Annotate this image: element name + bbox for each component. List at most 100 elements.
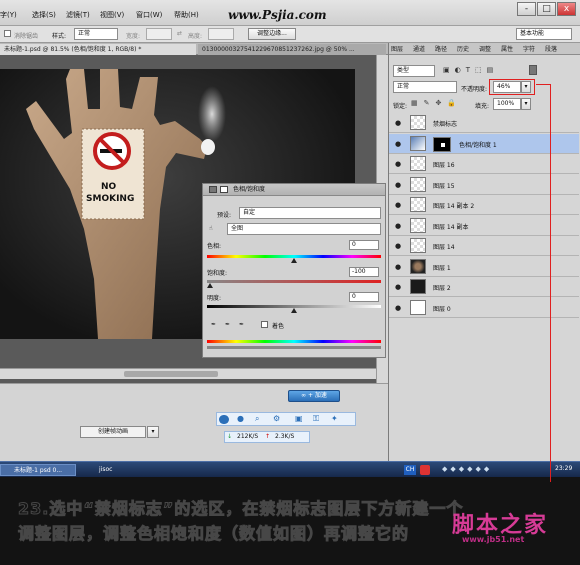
sign-text-no: NO bbox=[101, 182, 117, 192]
eye-icon[interactable]: ● bbox=[393, 263, 403, 271]
filter-icons[interactable]: ▣◐T⬚▤ bbox=[443, 66, 498, 74]
upload-arrow-icon: ↓ bbox=[227, 433, 233, 440]
swap-icon[interactable]: ⇄ bbox=[177, 30, 182, 37]
search-icon[interactable]: ⌕ bbox=[255, 414, 259, 424]
layer-mask-thumbnail[interactable] bbox=[433, 136, 451, 152]
tab-document-2[interactable]: 01300000327541229670851237262.jpg @ 50% … bbox=[198, 44, 386, 55]
tab-document-1[interactable]: 未标题-1.psd @ 81.5% (色相/饱和度 1, RGB/8) * bbox=[0, 44, 196, 55]
menu-help[interactable]: 帮助(H) bbox=[174, 10, 199, 20]
saturation-slider-thumb[interactable] bbox=[207, 283, 213, 288]
layer-thumbnail bbox=[410, 217, 426, 233]
eyedropper-minus-icon[interactable]: ✒ bbox=[239, 321, 244, 328]
layer-name: 禁烟标志 bbox=[433, 121, 458, 128]
play-icon[interactable] bbox=[219, 415, 229, 424]
options-bar: 消除锯齿 样式: 正常 宽度: ⇄ 高度: 调整边缘... 基本功能 bbox=[0, 26, 580, 43]
width-label: 宽度: bbox=[126, 33, 141, 40]
height-label: 高度: bbox=[188, 33, 203, 40]
tab-channels[interactable]: 通道 bbox=[413, 44, 425, 53]
mask-icon[interactable] bbox=[220, 186, 228, 193]
antialias-checkbox[interactable] bbox=[4, 30, 11, 37]
tray-app-icon[interactable] bbox=[420, 465, 430, 475]
maximize-button[interactable]: □ bbox=[537, 2, 556, 16]
taskbar-item-photoshop[interactable]: 未标题-1 psd 0... bbox=[0, 464, 76, 476]
workspace-select[interactable]: 基本功能 bbox=[516, 28, 572, 40]
tray-icons[interactable]: ◆◆◆◆◆◆ bbox=[442, 465, 492, 473]
settings-icon[interactable]: ✦ bbox=[331, 414, 338, 423]
eye-icon[interactable]: ● bbox=[393, 283, 403, 291]
hand-adjust-icon[interactable]: ☝ bbox=[209, 225, 213, 232]
style-select[interactable]: 正常 bbox=[74, 28, 118, 40]
filter-toggle-icon[interactable] bbox=[529, 65, 537, 75]
channel-select[interactable]: 全图 bbox=[227, 223, 381, 235]
key-icon[interactable]: ⚿ bbox=[313, 414, 319, 424]
input-method-indicator[interactable]: CH bbox=[404, 465, 416, 475]
blend-mode-select[interactable]: 正常 bbox=[393, 81, 457, 93]
eye-icon[interactable]: ● bbox=[393, 201, 403, 209]
tab-adjustments[interactable]: 调整 bbox=[479, 44, 491, 53]
accelerate-button[interactable]: ∞ + 加速 bbox=[288, 390, 340, 402]
tab-paths[interactable]: 路径 bbox=[435, 44, 447, 53]
close-button[interactable]: x bbox=[557, 2, 576, 16]
eye-icon[interactable]: ● bbox=[393, 119, 403, 127]
eyedropper-icon[interactable]: ✒ bbox=[211, 321, 216, 328]
eye-icon[interactable]: ● bbox=[393, 140, 403, 148]
tools-icon[interactable]: ⚙ bbox=[273, 414, 280, 423]
menu-select[interactable]: 选择(S) bbox=[32, 10, 56, 20]
animation-dropdown-button[interactable]: ▾ bbox=[147, 426, 159, 438]
mask-selection-mark bbox=[441, 142, 445, 147]
saturation-input[interactable]: -100 bbox=[349, 267, 379, 277]
height-field[interactable] bbox=[208, 28, 234, 40]
horizontal-scroll-thumb[interactable] bbox=[124, 371, 218, 377]
opacity-highlight-box bbox=[489, 79, 535, 95]
tab-paragraph[interactable]: 段落 bbox=[545, 44, 557, 53]
eye-icon[interactable]: ● bbox=[393, 304, 403, 312]
menu-type[interactable]: 字(Y) bbox=[0, 10, 17, 20]
no-smoking-sign bbox=[81, 128, 145, 220]
eye-icon[interactable]: ● bbox=[393, 160, 403, 168]
hue-input[interactable]: 0 bbox=[349, 240, 379, 250]
site-watermark: www.Psjia.com bbox=[228, 8, 327, 22]
eye-icon[interactable]: ● bbox=[393, 222, 403, 230]
panel-tabs: 图层 通道 路径 历史 调整 属性 字符 段落 bbox=[389, 43, 580, 55]
adjustments-title: 色相/饱和度 bbox=[233, 186, 266, 193]
layer-name: 图层 16 bbox=[433, 162, 455, 169]
opacity-label: 不透明度: bbox=[461, 86, 488, 93]
menu-view[interactable]: 视图(V) bbox=[100, 10, 124, 20]
preset-select[interactable]: 自定 bbox=[239, 207, 381, 219]
lightness-input[interactable]: 0 bbox=[349, 292, 379, 302]
colorize-checkbox[interactable] bbox=[261, 321, 268, 328]
tab-character[interactable]: 字符 bbox=[523, 44, 535, 53]
tab-layers[interactable]: 图层 bbox=[391, 44, 403, 53]
layer-thumbnail bbox=[410, 197, 426, 212]
lightness-slider-thumb[interactable] bbox=[291, 308, 297, 313]
tab-history[interactable]: 历史 bbox=[457, 44, 469, 53]
eyedropper-plus-icon[interactable]: ✒ bbox=[225, 321, 230, 328]
tab-properties[interactable]: 属性 bbox=[501, 44, 513, 53]
layer-thumbnail bbox=[410, 238, 426, 253]
menu-filter[interactable]: 滤镜(T) bbox=[66, 10, 90, 20]
eye-icon[interactable]: ● bbox=[393, 242, 403, 250]
highlight-connector-vertical bbox=[550, 84, 551, 482]
fill-dropdown[interactable]: ▾ bbox=[521, 98, 531, 110]
minimize-button[interactable]: - bbox=[517, 2, 536, 16]
lock-icon[interactable]: ▣ bbox=[295, 414, 303, 423]
taskbar-item-jisoc[interactable]: jisoc bbox=[86, 464, 156, 476]
refine-edge-button[interactable]: 调整边缘... bbox=[248, 28, 296, 40]
create-animation-button[interactable]: 创建帧动画 bbox=[80, 426, 146, 438]
lock-icons[interactable]: ▦✎✥🔒 bbox=[411, 99, 462, 107]
eye-icon[interactable]: ● bbox=[393, 181, 403, 189]
saturation-slider[interactable] bbox=[207, 280, 381, 283]
menu-window[interactable]: 窗口(W) bbox=[136, 10, 162, 20]
width-field[interactable] bbox=[146, 28, 172, 40]
layer-thumbnail bbox=[410, 156, 426, 171]
fill-input[interactable]: 100% bbox=[493, 98, 521, 110]
horizontal-scrollbar[interactable] bbox=[0, 368, 376, 379]
layer-name: 图层 14 副本 bbox=[433, 223, 469, 231]
adjustments-panel: 色相/饱和度 预设: 自定 ☝ 全图 色相: 0 饱和度: -100 明度: 0… bbox=[202, 183, 386, 358]
lightness-label: 明度: bbox=[207, 295, 222, 302]
caption-line-1: 23.选中“禁烟标志”的选区，在禁烟标志图层下方新建一个 bbox=[17, 499, 464, 519]
hue-slider-thumb[interactable] bbox=[291, 258, 297, 263]
layer-thumbnail bbox=[410, 299, 426, 315]
user-icon[interactable]: ● bbox=[237, 414, 244, 423]
kind-filter-select[interactable]: 类型 bbox=[393, 65, 435, 77]
